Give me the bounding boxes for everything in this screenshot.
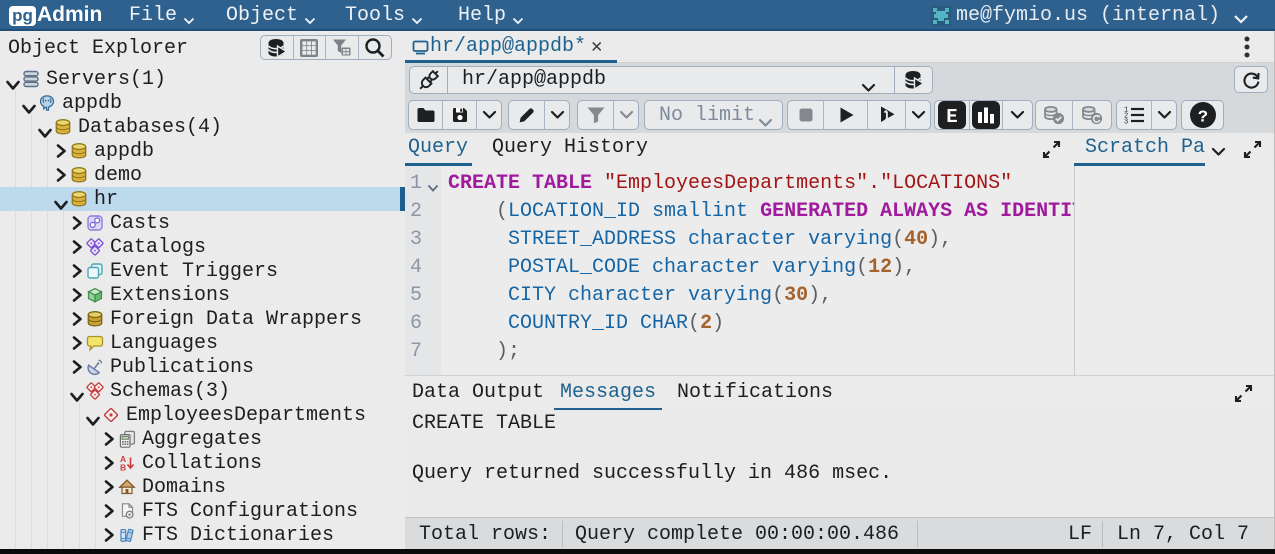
svg-text:3: 3 [1124, 119, 1128, 125]
svg-text:E: E [946, 106, 957, 128]
svg-text:?: ? [1197, 109, 1207, 128]
svg-text:B: B [120, 463, 126, 473]
